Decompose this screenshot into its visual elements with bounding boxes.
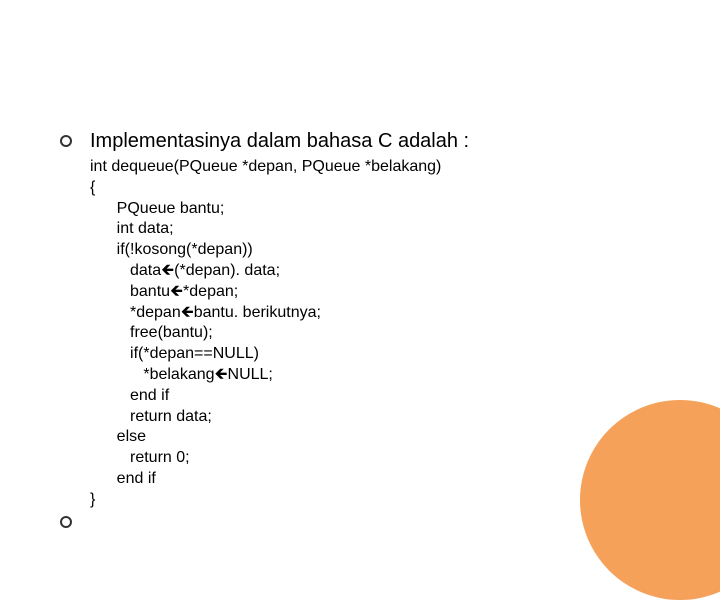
code-line: if(*depan==NULL) <box>90 344 660 365</box>
code-line: if(!kosong(*depan)) <box>90 240 660 261</box>
heading-text: Implementasinya dalam bahasa C adalah : <box>90 130 469 153</box>
code-text: *belakang <box>90 366 215 383</box>
code-text: bantu. berikutnya; <box>194 304 321 321</box>
code-text: (*depan). data; <box>174 262 280 279</box>
code-text: bantu <box>90 283 170 300</box>
code-line: *depan🡸bantu. berikutnya; <box>90 303 660 324</box>
code-line: free(bantu); <box>90 323 660 344</box>
left-arrow-icon: 🡸 <box>170 283 183 300</box>
code-text: NULL; <box>228 366 273 383</box>
code-line: int data; <box>90 219 660 240</box>
left-arrow-icon: 🡸 <box>181 304 194 321</box>
bullet-row-2 <box>60 511 660 528</box>
code-line: data🡸(*depan). data; <box>90 261 660 282</box>
code-text: *depan; <box>183 283 238 300</box>
code-line: else <box>90 427 660 448</box>
code-line: return data; <box>90 407 660 428</box>
code-line: return 0; <box>90 448 660 469</box>
code-line: end if <box>90 386 660 407</box>
bullet-icon <box>60 516 72 528</box>
code-line: bantu🡸*depan; <box>90 282 660 303</box>
bullet-row-1: Implementasinya dalam bahasa C adalah : <box>60 130 660 153</box>
bullet-icon <box>60 135 72 147</box>
code-block: int dequeue(PQueue *depan, PQueue *belak… <box>90 157 660 511</box>
code-line: *belakang🡸NULL; <box>90 365 660 386</box>
left-arrow-icon: 🡸 <box>161 262 174 279</box>
left-arrow-icon: 🡸 <box>215 366 228 383</box>
code-line: PQueue bantu; <box>90 199 660 220</box>
code-line: } <box>90 490 660 511</box>
code-line: { <box>90 178 660 199</box>
code-text: data <box>90 262 161 279</box>
code-text: *depan <box>90 304 181 321</box>
code-line: end if <box>90 469 660 490</box>
code-line: int dequeue(PQueue *depan, PQueue *belak… <box>90 157 660 178</box>
